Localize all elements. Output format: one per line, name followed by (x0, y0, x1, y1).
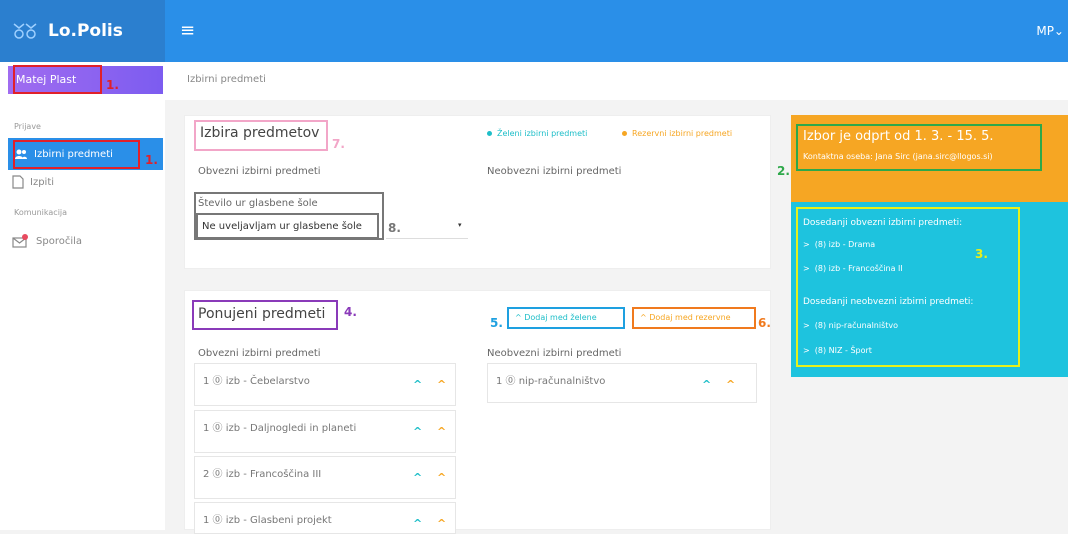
annotation-number-4: 4. (344, 305, 357, 319)
sidebar-item-izpiti[interactable]: Izpiti (12, 175, 54, 189)
annotation-number-2: 2. (777, 164, 790, 178)
offered-optional-label: Neobvezni izbirni predmeti (487, 348, 622, 359)
legend-orange: Rezervni izbirni predmeti (622, 129, 732, 138)
course-item[interactable]: 1 ⓪ nip-računalništvo ^ ^ (487, 363, 757, 403)
annotation-number-1a: 1. (106, 78, 119, 92)
annotation-number-3: 3. (975, 247, 988, 261)
annotation-box-4 (192, 300, 338, 330)
add-reserve-chevron-icon[interactable]: ^ (437, 378, 446, 391)
course-item[interactable]: 2 ⓪ izb - Francoščina III ^ ^ (194, 456, 456, 499)
annotation-box-7 (194, 120, 328, 151)
course-item[interactable]: 1 ⓪ izb - Čebelarstvo ^ ^ (194, 363, 456, 406)
user-menu[interactable]: MP⌄ (1036, 24, 1064, 38)
document-icon (12, 175, 24, 189)
course-item[interactable]: 1 ⓪ izb - Daljnogledi in planeti ^ ^ (194, 410, 456, 453)
add-reserve-chevron-icon[interactable]: ^ (726, 378, 735, 391)
add-reserve-chevron-icon[interactable]: ^ (437, 425, 446, 438)
course-name: 1 ⓪ izb - Daljnogledi in planeti (203, 423, 357, 434)
annotation-number-6: 6. (758, 316, 771, 330)
course-name: 1 ⓪ nip-računalništvo (496, 376, 606, 387)
chevron-up-icon: ^ (640, 313, 650, 322)
offered-mandatory-label: Obvezni izbirni predmeti (198, 348, 321, 359)
select-underline (386, 238, 468, 239)
annotation-box-1a (13, 65, 102, 94)
add-wanted-chevron-icon[interactable]: ^ (702, 378, 711, 391)
annotation-number-1b: 1. (145, 153, 158, 167)
legend-orange-label: Rezervni izbirni predmeti (632, 129, 733, 138)
annotation-number-8: 8. (388, 221, 401, 235)
add-to-wanted-label: Dodaj med želene (524, 313, 597, 322)
annotation-number-5: 5. (490, 316, 503, 330)
add-wanted-chevron-icon[interactable]: ^ (413, 378, 422, 391)
add-wanted-chevron-icon[interactable]: ^ (413, 425, 422, 438)
selected-mandatory-label: Obvezni izbirni predmeti (198, 166, 321, 177)
course-item[interactable]: 1 ⓪ izb - Glasbeni projekt ^ ^ (194, 502, 456, 534)
course-name: 1 ⓪ izb - Glasbeni projekt (203, 515, 332, 526)
course-name: 2 ⓪ izb - Francoščina III (203, 469, 322, 480)
add-reserve-chevron-icon[interactable]: ^ (437, 517, 446, 530)
add-wanted-chevron-icon[interactable]: ^ (413, 471, 422, 484)
add-to-wanted-button[interactable]: ^ Dodaj med želene (507, 307, 625, 329)
add-wanted-chevron-icon[interactable]: ^ (413, 517, 422, 530)
mail-icon (12, 234, 28, 248)
annotation-box-3 (796, 207, 1020, 367)
logo-icon (13, 23, 37, 39)
sidebar-section-komunikacija: Komunikacija (14, 208, 68, 217)
chevron-up-icon: ^ (515, 313, 525, 322)
add-reserve-chevron-icon[interactable]: ^ (437, 471, 446, 484)
add-to-reserve-label: Dodaj med rezervne (649, 313, 731, 322)
sidebar-item-label: Izpiti (30, 176, 55, 188)
course-name: 1 ⓪ izb - Čebelarstvo (203, 376, 310, 387)
annotation-number-7: 7. (332, 137, 345, 151)
add-to-reserve-button[interactable]: ^ Dodaj med rezervne (632, 307, 756, 329)
sidebar-item-label: Sporočila (36, 235, 83, 247)
annotation-box-8 (194, 192, 384, 240)
legend-green: Želeni izbirni predmeti (487, 129, 587, 138)
dropdown-arrow-icon[interactable]: ▾ (458, 221, 462, 229)
top-bar: Lo.Polis ≡ MP⌄ (0, 0, 1068, 62)
selected-optional-label: Neobvezni izbirni predmeti (487, 166, 622, 177)
breadcrumb: Izbirni predmeti (165, 62, 1068, 100)
app-name: Lo.Polis (48, 21, 123, 41)
annotation-box-1b (13, 140, 140, 169)
logo-area[interactable]: Lo.Polis (0, 0, 165, 62)
sidebar-item-sporocila[interactable]: Sporočila (12, 234, 82, 248)
annotation-box-2 (796, 124, 1042, 171)
sidebar-section-prijave: Prijave (14, 122, 41, 131)
menu-icon[interactable]: ≡ (180, 20, 195, 41)
sidebar: Matej Plast Prijave Izbirni predmeti Izp… (0, 62, 165, 530)
legend-green-label: Želeni izbirni predmeti (497, 129, 588, 138)
